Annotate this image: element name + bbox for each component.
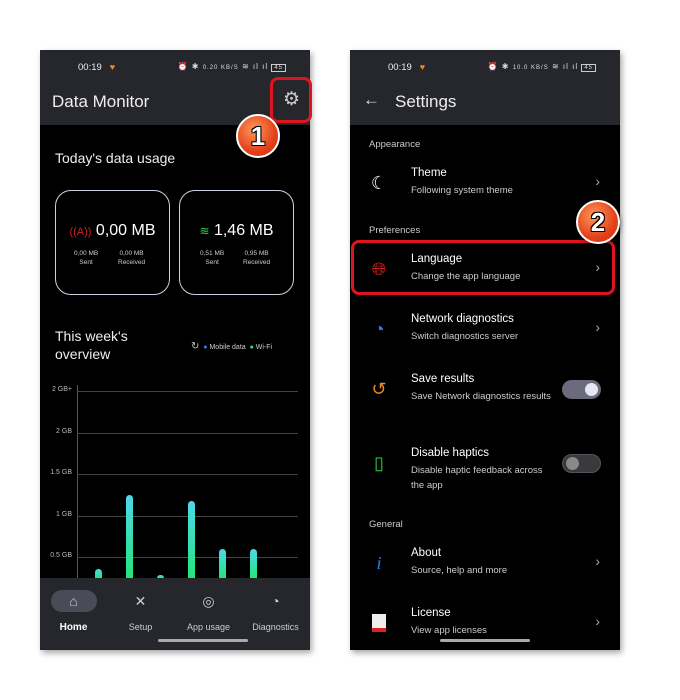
moon-icon: ☾ (370, 173, 388, 193)
wifi-card: ≋ 1,46 MB 0,51 MB Sent 0,95 MB Received (179, 190, 294, 295)
nav-diagnostics[interactable]: ◔ Diagnostics (242, 590, 309, 632)
setting-save-results[interactable]: ↺ Save results Save Network diagnostics r… (350, 366, 620, 426)
license-document-icon (368, 612, 390, 634)
setting-network-diagnostics[interactable]: ◔ Network diagnostics Switch diagnostics … (350, 306, 620, 356)
mobile-signal-icon: ((A)) (69, 226, 92, 238)
nav-app-usage[interactable]: ◎ App usage (175, 590, 242, 632)
chart-bar (126, 494, 133, 578)
setting-about[interactable]: i About Source, help and more › (350, 540, 620, 590)
back-arrow-icon[interactable]: ← (363, 90, 380, 110)
bottom-nav: ⌂ Home ✕ Setup ◎ App usage ◔ Diagnostics (40, 578, 310, 650)
mobile-total: 0,00 MB (95, 222, 156, 239)
chart-bar (95, 569, 102, 578)
chevron-right-icon: › (595, 613, 600, 629)
gauge-icon: ◔ (373, 319, 385, 339)
history-icon: ↺ (371, 379, 387, 399)
gesture-handle (158, 639, 248, 642)
status-icons: ⏰ ✱ 0.20 KB/S ≋ ıl ıl 45 (178, 62, 286, 72)
settings-screen: 00:19 ♥ ⏰ ✱ 10.0 KB/S ≋ ıl ıl 45 ← Settin… (350, 50, 620, 650)
section-general: General (369, 519, 403, 530)
gridline (78, 474, 298, 475)
wifi-icon: ≋ (199, 224, 210, 238)
vibrate-icon: ▯ (374, 453, 384, 473)
section-preferences: Preferences (369, 225, 421, 236)
heart-icon: ♥ (419, 62, 426, 72)
info-icon: i (376, 553, 382, 573)
save-results-toggle[interactable] (562, 380, 601, 399)
chart-legend: ↻ ● Mobile data ● Wi-Fi (191, 341, 273, 352)
mobile-data-card: ((A)) 0,00 MB 0,00 MB Sent 0,00 MB Receive… (55, 190, 170, 295)
app-bar: 00:19 ♥ ⏰ ✱ 10.0 KB/S ≋ ıl ıl 45 ← Settin… (350, 50, 620, 125)
chevron-right-icon: › (595, 553, 600, 569)
setting-disable-haptics[interactable]: ▯ Disable haptics Disable haptic feedback… (350, 440, 620, 500)
gauge-icon: ◔ (271, 593, 280, 609)
y-tick-label: 0.5 GB (50, 552, 72, 559)
gridline (78, 391, 298, 392)
week-title: This week's overview (55, 328, 128, 362)
today-title: Today's data usage (55, 150, 176, 166)
tools-icon: ✕ (134, 593, 147, 609)
home-icon: ⌂ (50, 590, 97, 612)
chevron-right-icon: › (595, 319, 600, 335)
chart-bar (188, 501, 195, 578)
gridline (78, 432, 298, 434)
setting-theme[interactable]: ☾ Theme Following system theme › (350, 160, 620, 210)
nav-setup[interactable]: ✕ Setup (107, 590, 174, 632)
nav-home[interactable]: ⌂ Home (40, 590, 107, 633)
android-icon: ◎ (202, 593, 215, 609)
y-tick-label: 1.5 GB (50, 469, 72, 476)
wifi-total: 1,46 MB (213, 222, 274, 239)
status-time: 00:19 ♥ (388, 62, 426, 73)
setting-license[interactable]: License View app licenses › (350, 600, 620, 650)
refresh-icon[interactable]: ↻ (191, 341, 199, 352)
haptics-toggle[interactable] (562, 454, 601, 473)
y-tick-label: 2 GB (56, 427, 72, 435)
status-icons: ⏰ ✱ 10.0 KB/S ≋ ıl ıl 45 (488, 62, 596, 72)
page-title: Settings (395, 92, 457, 111)
y-tick-label: 2 GB+ (51, 386, 72, 393)
chart-bar (219, 548, 226, 578)
highlight-language (351, 240, 615, 295)
page-title: Data Monitor (52, 92, 150, 111)
heart-icon: ♥ (109, 62, 116, 72)
step-badge-1: 1 (236, 114, 280, 158)
step-badge-2: 2 (576, 200, 620, 244)
y-tick-label: 1 GB (56, 510, 72, 518)
status-time: 00:19 ♥ (78, 62, 116, 73)
section-appearance: Appearance (369, 139, 421, 150)
gesture-handle (440, 639, 530, 642)
chevron-right-icon: › (595, 173, 600, 189)
chart-bar (250, 548, 257, 578)
highlight-settings-gear (270, 77, 312, 123)
